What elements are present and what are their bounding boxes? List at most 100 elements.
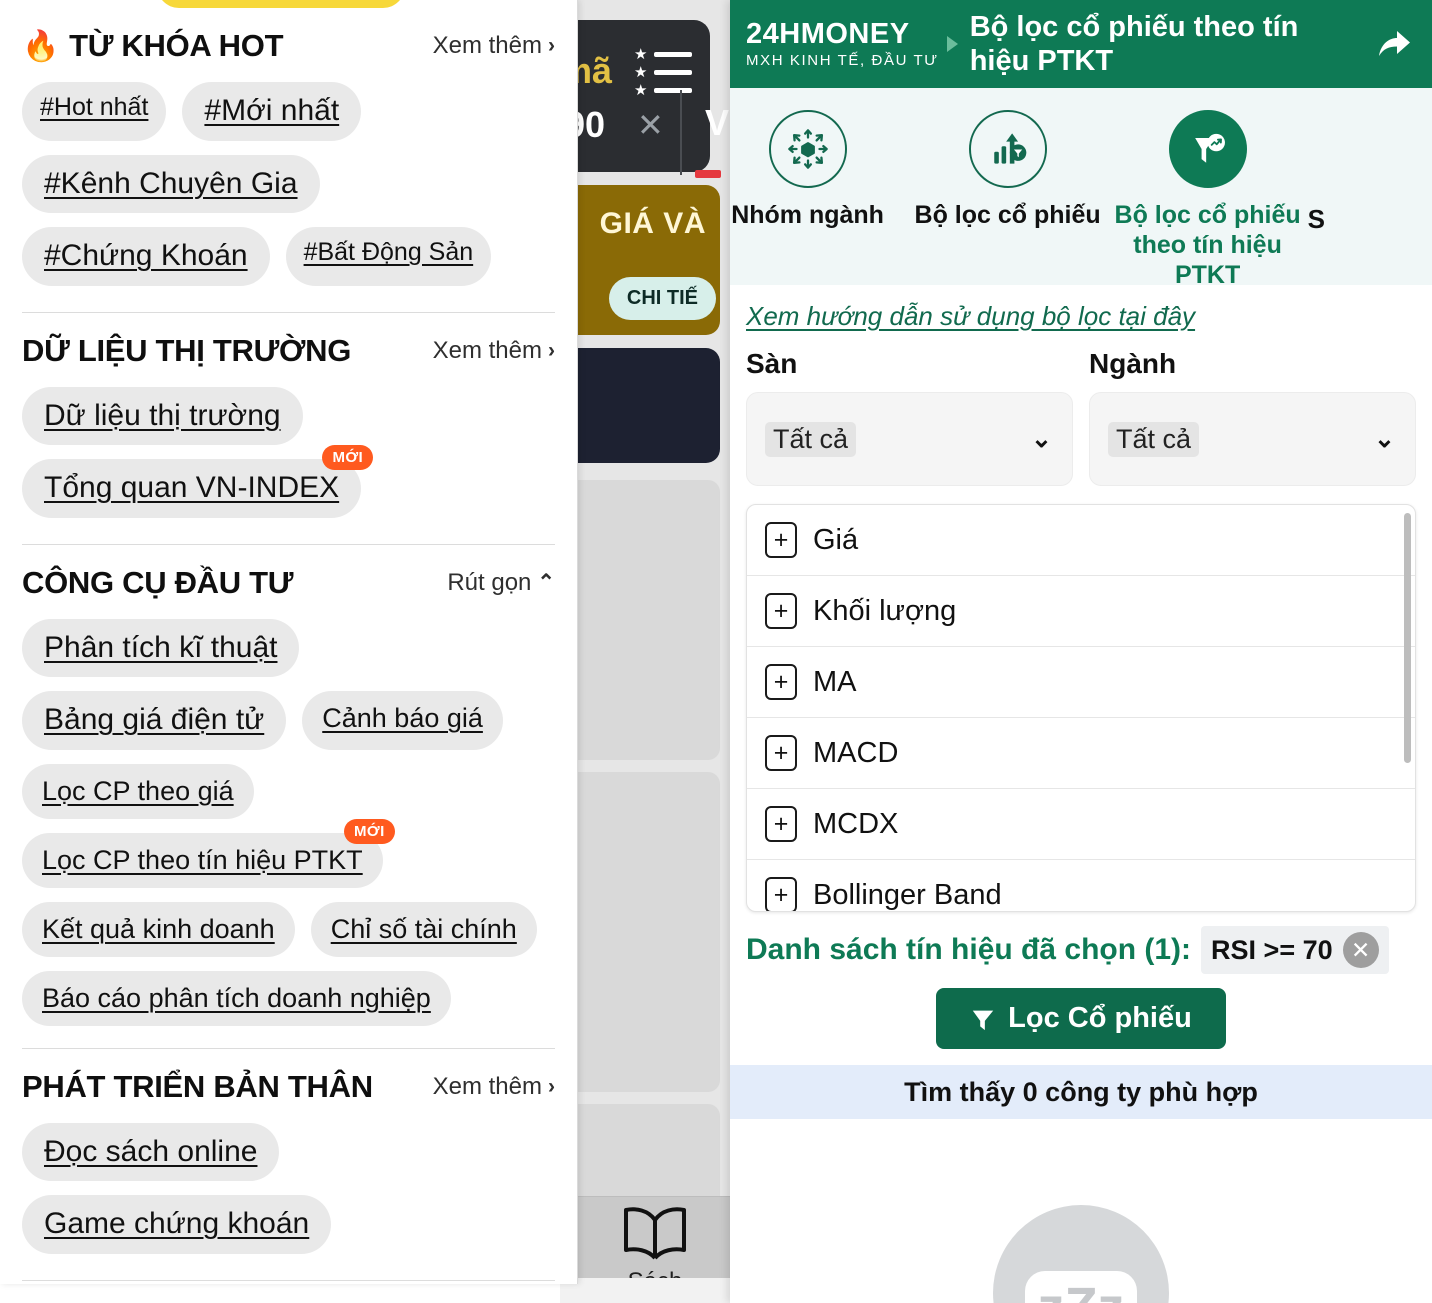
section-title: CÔNG CỤ ĐẦU TƯ bbox=[22, 564, 294, 600]
chip-bang-gia-dien-tu[interactable]: Bảng giá điện tử bbox=[22, 691, 287, 750]
rail-right-cut-label[interactable]: S bbox=[1308, 88, 1325, 235]
tool-icon-rail: iệp bbox=[730, 88, 1432, 285]
chip-game-chung-khoan[interactable]: Game chứng khoán bbox=[22, 1195, 332, 1254]
page-title: Bộ lọc cổ phiếu theo tín hiệu PTKT bbox=[969, 10, 1299, 77]
chip-phan-tich-ki-thuat[interactable]: Phân tích kĩ thuật bbox=[22, 618, 300, 677]
section-action-collapse[interactable]: Rút gọn ⌃ bbox=[447, 569, 555, 597]
section-action-see-more[interactable]: Xem thêm › bbox=[433, 1073, 555, 1101]
chip-label: Bảng giá điện tử bbox=[44, 703, 265, 736]
chip-group: Kết quả kinh doanh Chỉ số tài chính bbox=[22, 901, 555, 957]
promo-card-gold[interactable]: GIÁ VÀ CHI TIẾ bbox=[560, 185, 720, 335]
selected-signal-tag[interactable]: RSI >= 70 ✕ bbox=[1201, 926, 1389, 974]
indicator-name: MCDX bbox=[813, 807, 899, 840]
chip-group: Bảng giá điện tử Cảnh báo giá bbox=[22, 691, 555, 750]
share-arrow-icon[interactable] bbox=[1366, 17, 1420, 71]
chip-loc-cp-theo-tin-hieu-ptkt[interactable]: Lọc CP theo tín hiệu PTKT MỚI bbox=[22, 818, 395, 888]
feed-post-2[interactable]: riệu cổ u hành FS nân.. luận... bbox=[560, 772, 720, 1092]
section-title-wrap: DỮ LIỆU THỊ TRƯỜNG bbox=[22, 333, 351, 369]
market-ticker-card: mã ★ ★ ★ 90 ✕ V 6) bbox=[560, 20, 729, 187]
indicator-row[interactable]: + MACD bbox=[747, 718, 1415, 789]
section-hot-keywords: 🔥 TỪ KHÓA HOT Xem thêm › #Hot nhất #Mới … bbox=[0, 0, 577, 286]
selected-signal-label: RSI >= 70 bbox=[1211, 934, 1333, 965]
rail-item-label: Nhóm ngành bbox=[731, 201, 884, 229]
expand-plus-icon[interactable]: + bbox=[765, 664, 797, 700]
chip-label: Phân tích kĩ thuật bbox=[44, 630, 278, 664]
rail-item-nhom-nganh[interactable]: Nhóm ngành bbox=[730, 88, 908, 230]
exchange-select[interactable]: Tất cả ⌄ bbox=[746, 392, 1073, 486]
chip-group: Lọc CP theo giá bbox=[22, 763, 555, 819]
section-market-data: DỮ LIỆU THỊ TRƯỜNG Xem thêm › Dữ liệu th… bbox=[0, 313, 577, 518]
selected-signals-row: Danh sách tín hiệu đã chọn (1): RSI >= 7… bbox=[730, 912, 1432, 982]
promo-detail-button[interactable]: CHI TIẾ bbox=[608, 277, 716, 320]
chip-moi-nhat[interactable]: #Mới nhất bbox=[182, 82, 362, 141]
list-scrollbar[interactable] bbox=[1404, 513, 1411, 763]
indicator-row[interactable]: + Giá bbox=[747, 505, 1415, 576]
stock-filter-webview: 24HMONEY MXH KINH TẾ, ĐẦU TƯ Bộ lọc cổ p… bbox=[730, 0, 1432, 1303]
chip-label: Chỉ số tài chính bbox=[330, 913, 517, 944]
apply-filter-button[interactable]: Lọc Cổ phiếu bbox=[936, 988, 1226, 1049]
chip-label: #Mới nhất bbox=[204, 94, 340, 127]
section-action-see-more[interactable]: Xem thêm › bbox=[433, 337, 555, 365]
new-badge: MỚI bbox=[322, 445, 374, 471]
chip-label: Tổng quan VN-INDEX bbox=[44, 471, 340, 504]
book-icon[interactable] bbox=[620, 1206, 690, 1262]
chip-chung-khoan[interactable]: #Chứng Khoán bbox=[22, 227, 270, 286]
chip-bao-cao-phan-tich-doanh-nghiep[interactable]: Báo cáo phân tích doanh nghiệp bbox=[22, 970, 451, 1026]
chip-group: #Hot nhất #Mới nhất #Kênh Chuyên Gia #Ch… bbox=[22, 82, 555, 286]
rail-item-bo-loc-co-phieu[interactable]: Bộ lọc cổ phiếu bbox=[908, 88, 1108, 230]
chip-hot-nhat[interactable]: #Hot nhất bbox=[22, 82, 167, 141]
feed-post-1[interactable]: ng sản vượt luận... bbox=[560, 480, 720, 760]
indicator-row[interactable]: + Khối lượng bbox=[747, 576, 1415, 647]
indicator-row[interactable]: + MA bbox=[747, 647, 1415, 718]
chip-label: #Bất Động Sản bbox=[303, 238, 474, 266]
chip-label: Đọc sách online bbox=[44, 1134, 258, 1168]
chip-du-lieu-thi-truong[interactable]: Dữ liệu thị trường bbox=[22, 386, 303, 445]
expand-plus-icon[interactable]: + bbox=[765, 877, 797, 911]
filter-group-nganh: Ngành Tất cả ⌄ bbox=[1089, 348, 1416, 486]
indicator-row[interactable]: + MCDX bbox=[747, 789, 1415, 860]
watchlist-icon[interactable]: ★ ★ ★ bbox=[634, 46, 694, 98]
remove-signal-icon[interactable]: ✕ bbox=[1342, 932, 1379, 968]
funnel-icon bbox=[972, 1010, 994, 1030]
chip-ket-qua-kinh-doanh[interactable]: Kết quả kinh doanh bbox=[22, 901, 295, 957]
guide-link-row: Xem hướng dẫn sử dụng bộ lọc tại đây bbox=[730, 285, 1432, 336]
chip-bat-dong-san[interactable]: #Bất Động Sản bbox=[285, 227, 492, 286]
chip-loc-cp-theo-gia[interactable]: Lọc CP theo giá bbox=[22, 763, 254, 819]
indicator-accordion-list[interactable]: + Giá + Khối lượng + MA + MACD + MCDX + … bbox=[746, 504, 1416, 912]
empty-result-area: zZz bbox=[730, 1119, 1432, 1303]
rail-item-label: Bộ lọc cổ phiếu theo tín hiệu PTKT bbox=[1114, 201, 1301, 285]
expand-plus-icon[interactable]: + bbox=[765, 806, 797, 842]
flame-icon: 🔥 bbox=[22, 29, 60, 63]
industry-select[interactable]: Tất cả ⌄ bbox=[1089, 392, 1416, 486]
chip-chi-so-tai-chinh[interactable]: Chỉ số tài chính bbox=[310, 901, 537, 957]
expand-plus-icon[interactable]: + bbox=[765, 522, 797, 558]
chip-label: Lọc CP theo giá bbox=[42, 775, 234, 806]
new-badge: MỚI bbox=[344, 818, 395, 844]
expand-plus-icon[interactable]: + bbox=[765, 735, 797, 771]
rail-item-bo-loc-ptkt[interactable]: Bộ lọc cổ phiếu theo tín hiệu PTKT bbox=[1108, 88, 1308, 285]
brand-name: 24HMONEY bbox=[746, 18, 910, 50]
chip-label: #Kênh Chuyên Gia bbox=[44, 166, 298, 200]
ticker-down-bar bbox=[695, 170, 721, 178]
chip-tong-quan-vnindex[interactable]: Tổng quan VN-INDEX MỚI bbox=[22, 445, 374, 518]
vn30f-card[interactable]: VN30F 1146.50 190,927 bbox=[560, 348, 720, 463]
indicator-row[interactable]: + Bollinger Band bbox=[747, 860, 1415, 911]
brand-logo[interactable]: 24HMONEY MXH KINH TẾ, ĐẦU TƯ bbox=[746, 18, 939, 69]
section-action-see-more[interactable]: Xem thêm › bbox=[433, 32, 555, 60]
expand-plus-icon[interactable]: + bbox=[765, 593, 797, 629]
exchange-select-value: Tất cả bbox=[765, 421, 857, 457]
close-icon[interactable]: ✕ bbox=[637, 106, 664, 144]
indicator-name: MACD bbox=[813, 736, 899, 769]
section-title: TỪ KHÓA HOT bbox=[69, 28, 284, 63]
chip-label: Lọc CP theo tín hiệu PTKT bbox=[42, 844, 363, 875]
chip-group: Dữ liệu thị trường bbox=[22, 386, 555, 445]
chip-doc-sach-online[interactable]: Đọc sách online bbox=[22, 1122, 280, 1182]
section-action-label: Rút gọn bbox=[447, 568, 532, 596]
chip-kenh-chuyen-gia[interactable]: #Kênh Chuyên Gia bbox=[22, 154, 320, 213]
section-title-wrap: PHÁT TRIỂN BẢN THÂN bbox=[22, 1069, 373, 1105]
filter-guide-link[interactable]: Xem hướng dẫn sử dụng bộ lọc tại đây bbox=[746, 301, 1195, 331]
zzz-text: zZz bbox=[1038, 1277, 1125, 1303]
chip-canh-bao-gia[interactable]: Cảnh báo giá bbox=[302, 691, 503, 750]
funnel-trend-icon bbox=[1168, 110, 1247, 188]
yellow-notch bbox=[157, 0, 405, 8]
